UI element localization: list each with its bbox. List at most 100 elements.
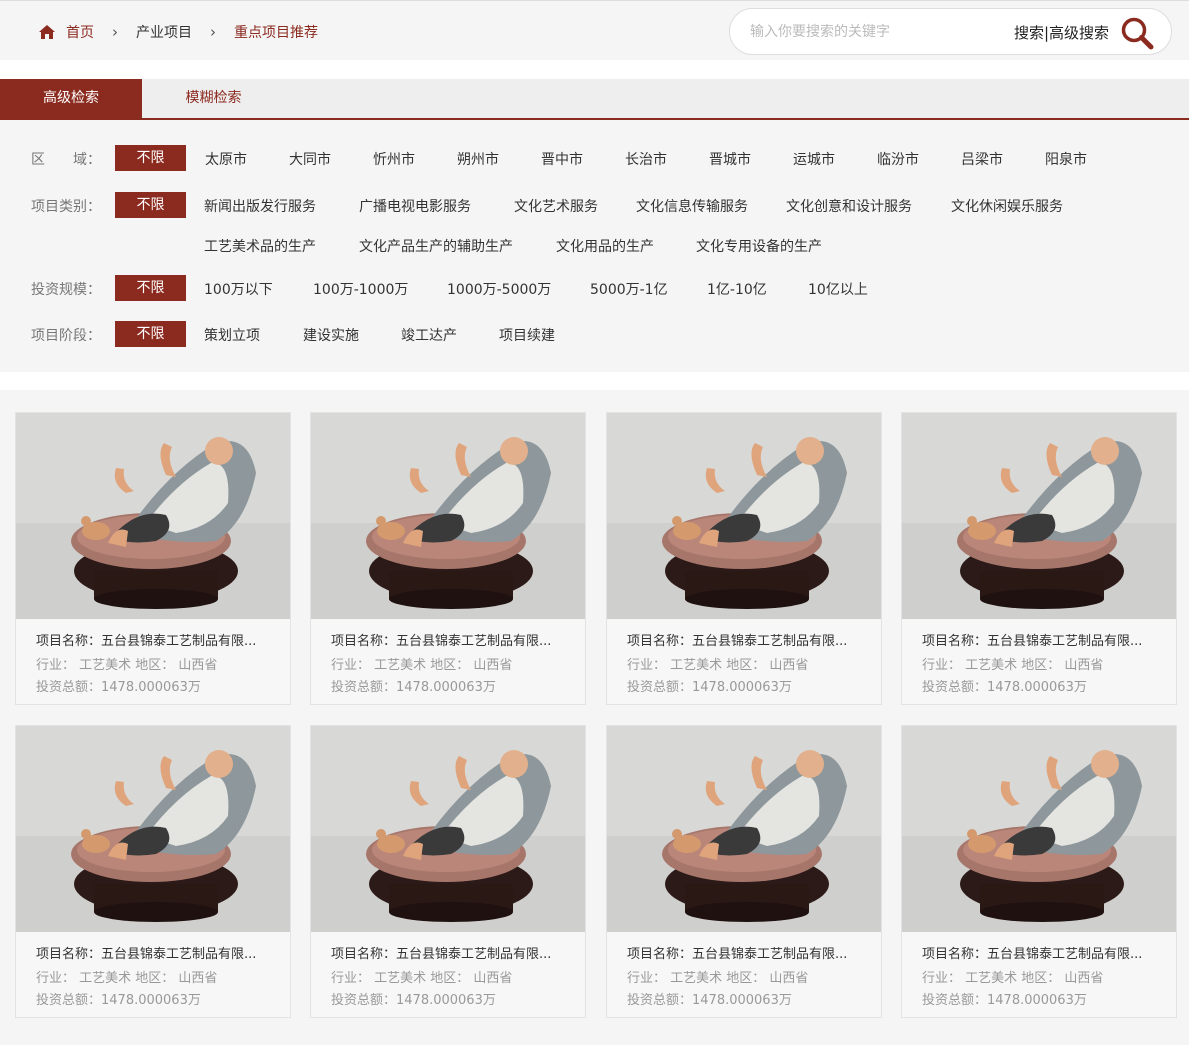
filter-region-option[interactable]: 晋中市: [541, 149, 583, 169]
project-investment: 投资总额：1478.000063万: [36, 993, 201, 1008]
filter-stage-option[interactable]: 项目续建: [499, 325, 555, 345]
filter-region-option[interactable]: 忻州市: [373, 149, 415, 169]
filter-region-option[interactable]: 大同市: [289, 149, 331, 169]
sculpture-image: [902, 413, 1176, 619]
sculpture-image: [16, 726, 290, 932]
breadcrumb-current[interactable]: 重点项目推荐: [234, 22, 318, 42]
filter-region-option[interactable]: 朔州市: [457, 149, 499, 169]
sculpture-image: [311, 413, 585, 619]
project-meta: 行业： 工艺美术 地区： 山西省: [331, 658, 513, 673]
filter-category-all[interactable]: 不限: [115, 192, 186, 218]
project-investment: 投资总额：1478.000063万: [922, 993, 1087, 1008]
breadcrumb-separator: ›: [210, 23, 216, 41]
project-name[interactable]: 项目名称：五台县锦泰工艺制品有限...: [36, 946, 276, 964]
filter-category-option[interactable]: 新闻出版发行服务: [204, 196, 316, 216]
project-image[interactable]: [311, 726, 585, 932]
project-meta: 行业： 工艺美术 地区： 山西省: [331, 971, 513, 986]
home-icon[interactable]: [38, 24, 56, 40]
filter-stage-option[interactable]: 建设实施: [303, 325, 359, 345]
sculpture-image: [902, 726, 1176, 932]
filter-label-region: 区 域：: [31, 152, 101, 168]
filter-region-option[interactable]: 临汾市: [877, 149, 919, 169]
project-info: 项目名称：五台县锦泰工艺制品有限... 行业： 工艺美术 地区： 山西省 投资总…: [36, 633, 276, 699]
project-card[interactable]: 项目名称：五台县锦泰工艺制品有限... 行业： 工艺美术 地区： 山西省 投资总…: [606, 725, 882, 1018]
filter-category-option[interactable]: 文化专用设备的生产: [696, 236, 822, 256]
filter-region-option[interactable]: 长治市: [625, 149, 667, 169]
filter-region-option[interactable]: 晋城市: [709, 149, 751, 169]
project-investment: 投资总额：1478.000063万: [36, 680, 201, 695]
project-name[interactable]: 项目名称：五台县锦泰工艺制品有限...: [36, 633, 276, 651]
filter-category-option[interactable]: 文化产品生产的辅助生产: [359, 236, 513, 256]
filter-label-category: 项目类别：: [31, 199, 101, 215]
project-card[interactable]: 项目名称：五台县锦泰工艺制品有限... 行业： 工艺美术 地区： 山西省 投资总…: [901, 412, 1177, 705]
project-info: 项目名称：五台县锦泰工艺制品有限... 行业： 工艺美术 地区： 山西省 投资总…: [627, 633, 867, 699]
project-image[interactable]: [902, 413, 1176, 619]
breadcrumb-separator: ›: [112, 23, 118, 41]
project-card[interactable]: 项目名称：五台县锦泰工艺制品有限... 行业： 工艺美术 地区： 山西省 投资总…: [310, 412, 586, 705]
project-image[interactable]: [902, 726, 1176, 932]
project-name[interactable]: 项目名称：五台县锦泰工艺制品有限...: [627, 633, 867, 651]
project-name[interactable]: 项目名称：五台县锦泰工艺制品有限...: [922, 946, 1162, 964]
filter-scale-option[interactable]: 100万-1000万: [313, 279, 408, 299]
search-icon[interactable]: [1120, 16, 1154, 50]
filter-stage-all[interactable]: 不限: [115, 321, 186, 347]
project-info: 项目名称：五台县锦泰工艺制品有限... 行业： 工艺美术 地区： 山西省 投资总…: [331, 946, 571, 1012]
filter-scale-option[interactable]: 1亿-10亿: [707, 279, 767, 299]
filter-stage-option[interactable]: 策划立项: [204, 325, 260, 345]
project-meta: 行业： 工艺美术 地区： 山西省: [922, 971, 1104, 986]
project-info: 项目名称：五台县锦泰工艺制品有限... 行业： 工艺美术 地区： 山西省 投资总…: [627, 946, 867, 1012]
search-box: 搜索|高级搜索: [729, 8, 1172, 55]
project-info: 项目名称：五台县锦泰工艺制品有限... 行业： 工艺美术 地区： 山西省 投资总…: [922, 633, 1162, 699]
search-advanced-link[interactable]: 搜索|高级搜索: [1014, 22, 1109, 43]
filter-region-option[interactable]: 阳泉市: [1045, 149, 1087, 169]
tab-advanced-search[interactable]: 高级检索: [0, 79, 142, 118]
filter-row-stage: 项目阶段： 不限 策划立项 建设实施 竣工达产 项目续建: [0, 321, 1189, 347]
filter-region-option[interactable]: 运城市: [793, 149, 835, 169]
filter-scale-option[interactable]: 10亿以上: [808, 279, 868, 299]
filter-category-option[interactable]: 广播电视电影服务: [359, 196, 471, 216]
project-image[interactable]: [311, 413, 585, 619]
breadcrumb-home-link[interactable]: 首页: [66, 22, 94, 42]
project-card[interactable]: 项目名称：五台县锦泰工艺制品有限... 行业： 工艺美术 地区： 山西省 投资总…: [901, 725, 1177, 1018]
search-mode-tabs: 高级检索 模糊检索: [0, 79, 1189, 120]
filter-category-option[interactable]: 工艺美术品的生产: [204, 236, 316, 256]
filter-scale-option[interactable]: 5000万-1亿: [590, 279, 668, 299]
project-card[interactable]: 项目名称：五台县锦泰工艺制品有限... 行业： 工艺美术 地区： 山西省 投资总…: [606, 412, 882, 705]
filter-category-option[interactable]: 文化信息传输服务: [636, 196, 748, 216]
project-investment: 投资总额：1478.000063万: [627, 993, 792, 1008]
project-investment: 投资总额：1478.000063万: [922, 680, 1087, 695]
project-card[interactable]: 项目名称：五台县锦泰工艺制品有限... 行业： 工艺美术 地区： 山西省 投资总…: [310, 725, 586, 1018]
filter-category-option[interactable]: 文化休闲娱乐服务: [951, 196, 1063, 216]
project-name[interactable]: 项目名称：五台县锦泰工艺制品有限...: [627, 946, 867, 964]
tab-fuzzy-search[interactable]: 模糊检索: [142, 79, 285, 118]
filter-region-option[interactable]: 吕梁市: [961, 149, 1003, 169]
filter-scale-all[interactable]: 不限: [115, 275, 186, 301]
project-meta: 行业： 工艺美术 地区： 山西省: [627, 971, 809, 986]
project-info: 项目名称：五台县锦泰工艺制品有限... 行业： 工艺美术 地区： 山西省 投资总…: [331, 633, 571, 699]
filter-scale-option[interactable]: 100万以下: [204, 279, 273, 299]
search-input[interactable]: [750, 20, 1000, 44]
filter-stage-option[interactable]: 竣工达产: [401, 325, 457, 345]
filter-row-region: 区 域： 不限 太原市 大同市 忻州市 朔州市 晋中市 长治市 晋城市 运城市 …: [0, 145, 1189, 171]
filter-category-option[interactable]: 文化用品的生产: [556, 236, 654, 256]
project-image[interactable]: [16, 413, 290, 619]
project-image[interactable]: [16, 726, 290, 932]
project-image[interactable]: [607, 726, 881, 932]
project-meta: 行业： 工艺美术 地区： 山西省: [922, 658, 1104, 673]
project-image[interactable]: [607, 413, 881, 619]
sculpture-image: [16, 413, 290, 619]
breadcrumb-item-industry-projects[interactable]: 产业项目: [136, 22, 192, 42]
filter-category-option[interactable]: 文化艺术服务: [514, 196, 598, 216]
project-grid: 项目名称：五台县锦泰工艺制品有限... 行业： 工艺美术 地区： 山西省 投资总…: [0, 390, 1189, 1045]
top-bar: 首页 › 产业项目 › 重点项目推荐 搜索|高级搜索: [0, 0, 1189, 60]
project-name[interactable]: 项目名称：五台县锦泰工艺制品有限...: [922, 633, 1162, 651]
project-name[interactable]: 项目名称：五台县锦泰工艺制品有限...: [331, 633, 571, 651]
project-card[interactable]: 项目名称：五台县锦泰工艺制品有限... 行业： 工艺美术 地区： 山西省 投资总…: [15, 412, 291, 705]
filter-region-all[interactable]: 不限: [115, 145, 186, 171]
project-card[interactable]: 项目名称：五台县锦泰工艺制品有限... 行业： 工艺美术 地区： 山西省 投资总…: [15, 725, 291, 1018]
project-name[interactable]: 项目名称：五台县锦泰工艺制品有限...: [331, 946, 571, 964]
filter-scale-option[interactable]: 1000万-5000万: [447, 279, 551, 299]
filter-category-option[interactable]: 文化创意和设计服务: [786, 196, 912, 216]
filter-region-option[interactable]: 太原市: [205, 149, 247, 169]
project-investment: 投资总额：1478.000063万: [331, 680, 496, 695]
